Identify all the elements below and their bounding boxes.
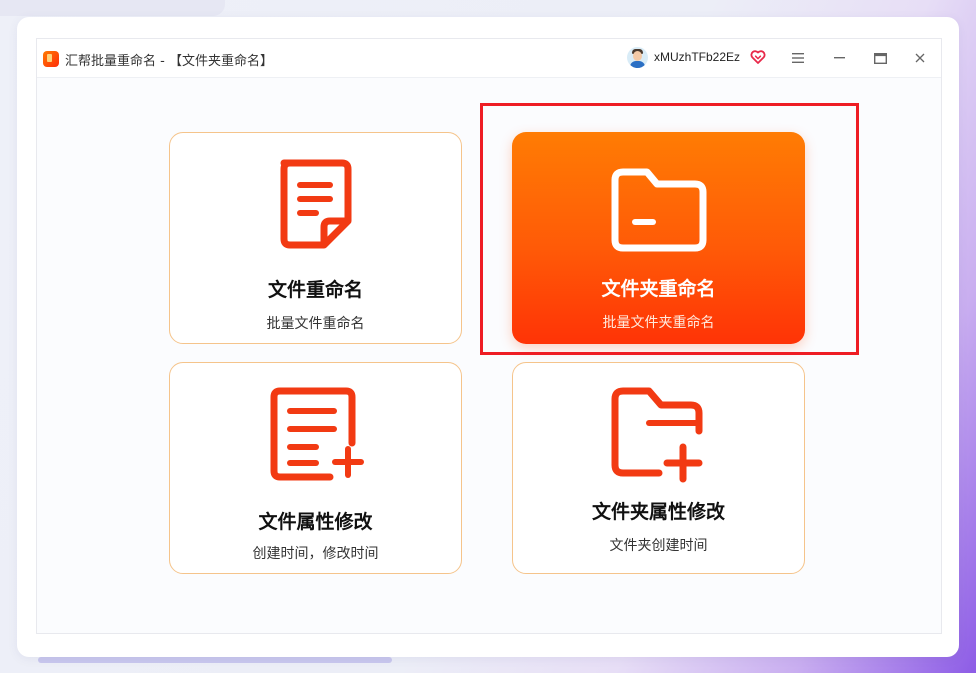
minimize-button[interactable]: [829, 48, 849, 68]
file-rename-card[interactable]: 文件重命名 批量文件重命名: [169, 132, 462, 344]
close-icon: [915, 53, 925, 63]
card-subtitle: 批量文件重命名: [266, 316, 365, 332]
minimize-icon: [833, 57, 845, 59]
selection-highlight-box: [480, 103, 859, 355]
card-title: 文件重命名: [267, 279, 363, 301]
username-label[interactable]: xMUzhTFb22Ez: [654, 50, 740, 64]
maximize-button[interactable]: [870, 48, 890, 68]
background-strip-bottom: [38, 657, 392, 663]
card-subtitle: 文件夹创建时间: [609, 538, 708, 554]
card-subtitle: 创建时间，修改时间: [252, 546, 379, 562]
card-title: 文件夹属性修改: [591, 501, 725, 523]
title-bar: 汇帮批量重命名 - 【文件夹重命名】 xMUzhTFb22Ez: [37, 39, 941, 78]
app-logo-icon: [43, 51, 59, 67]
user-avatar[interactable]: [627, 47, 648, 68]
vip-heart-icon[interactable]: [750, 49, 766, 65]
maximize-icon: [873, 52, 887, 64]
document-add-icon: [270, 387, 364, 481]
card-title: 文件属性修改: [258, 511, 373, 533]
window-title: 汇帮批量重命名 - 【文件夹重命名】: [65, 54, 273, 69]
close-button[interactable]: [910, 48, 930, 68]
menu-button[interactable]: [788, 48, 808, 68]
background-strip-top: [0, 0, 225, 16]
hamburger-icon: [792, 53, 804, 63]
file-attribute-card[interactable]: 文件属性修改 创建时间，修改时间: [169, 362, 462, 574]
folder-attribute-card[interactable]: 文件夹属性修改 文件夹创建时间: [512, 362, 805, 574]
folder-add-icon: [611, 387, 703, 483]
document-icon: [280, 159, 352, 249]
